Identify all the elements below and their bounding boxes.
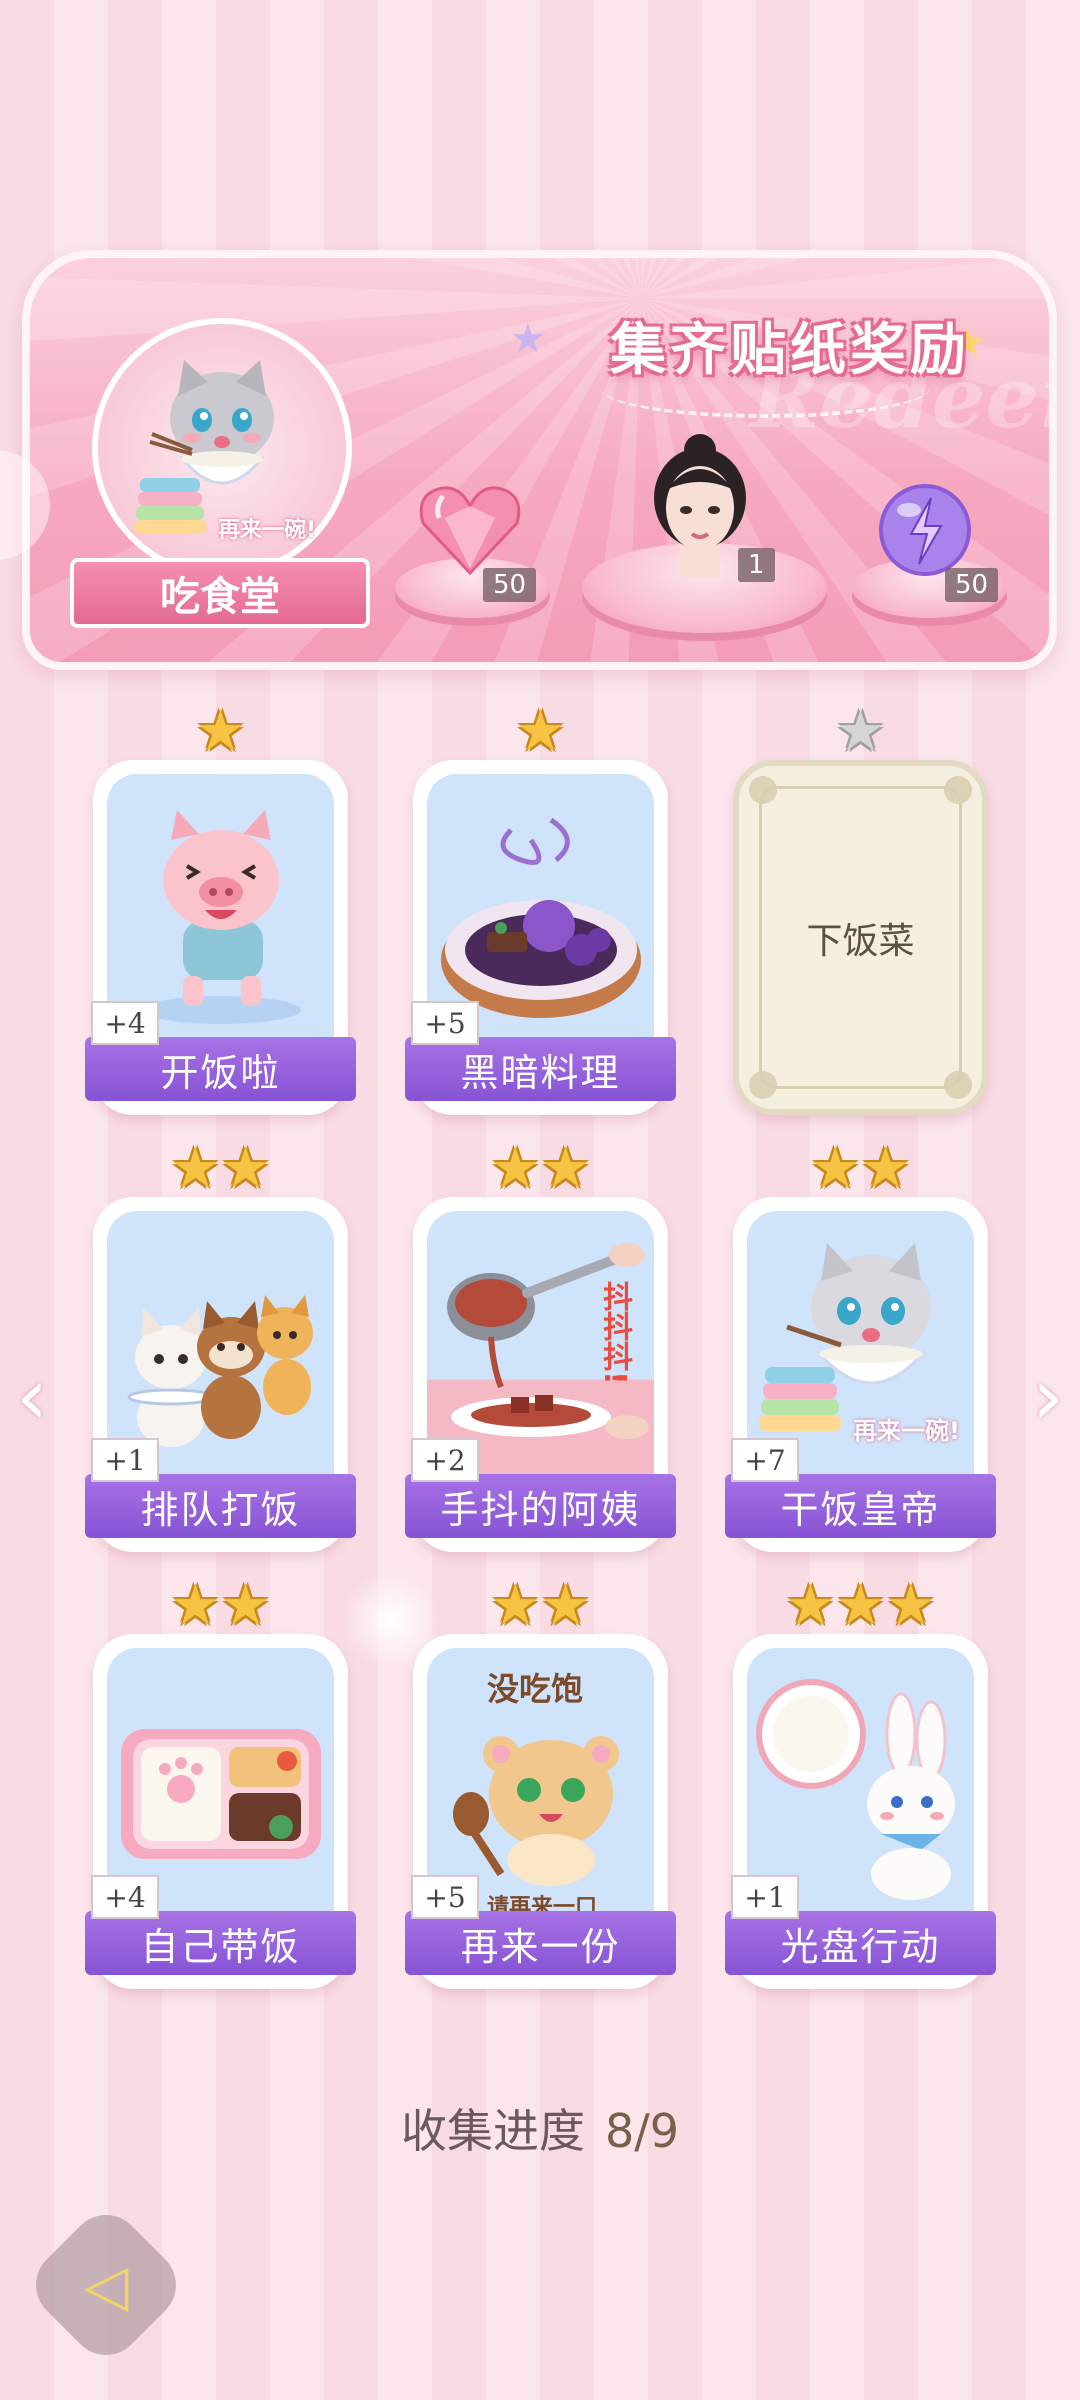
illustration-caption-top: 没吃饱 (487, 1670, 584, 1708)
prev-page-chevron-icon[interactable]: ‹ (16, 1350, 48, 1443)
bonus-badge: +4 (91, 1875, 159, 1919)
sticker-card[interactable]: ★ ★ 排队打饭 +1 (85, 1141, 356, 1552)
sticker-card[interactable]: ★ ★ 自己带饭 +4 (85, 1578, 356, 1989)
bonus-badge: +1 (731, 1875, 799, 1919)
reward-count: 50 (945, 568, 999, 602)
star-icon: ★ (540, 1573, 591, 1638)
reward-count: 50 (483, 568, 537, 602)
card-title: 开饭啦 (85, 1037, 356, 1101)
star-rating: ★ (93, 704, 348, 760)
star-icon: ★ (810, 1136, 861, 1201)
sticker-card[interactable]: ★ ★ 抖抖抖! 手抖的阿姨 +2 (405, 1141, 676, 1552)
card-title: 再来一份 (405, 1911, 676, 1975)
banner-title-wrap: 集齐贴纸奖励 (530, 300, 1049, 390)
progress-label: 收集进度 (400, 2104, 585, 2158)
shop-name: 吃食堂 (160, 573, 280, 620)
energy-orb-icon[interactable] (875, 480, 975, 580)
star-icon: ★ (490, 1136, 541, 1201)
star-rating: ★ ★ (93, 1578, 348, 1634)
locked-card-title: 下饭菜 (759, 786, 962, 1089)
illustration-caption: 抖抖抖! (597, 1281, 632, 1385)
sparkle-decoration (340, 1570, 440, 1670)
star-icon: ★ (885, 1573, 936, 1638)
pig-running-icon (140, 809, 301, 1024)
sticker-card[interactable]: ★ 黑暗料理 +5 (405, 704, 676, 1115)
star-icon: ★ (170, 1573, 221, 1638)
card-title: 干饭皇帝 (725, 1474, 996, 1538)
sticker-card-locked[interactable]: ★ 下饭菜 (733, 704, 988, 1115)
star-rating: ★ (413, 704, 668, 760)
bunny-plate-icon (755, 1678, 955, 1900)
star-rating: ★ ★ (733, 1141, 988, 1197)
illustration-caption: 再来一碗! (853, 1417, 960, 1445)
star-rating: ★ (733, 704, 988, 760)
card-title: 自己带饭 (85, 1911, 356, 1975)
collection-progress: 收集进度 8/9 (0, 2095, 1080, 2161)
sticker-card[interactable]: ★ ★ 再来一碗! 干饭皇帝 +7 (725, 1141, 996, 1552)
bento-box-icon (120, 1728, 321, 1859)
animals-queue-icon (127, 1294, 313, 1447)
reward-count: 1 (738, 548, 775, 582)
bonus-badge: +5 (411, 1875, 479, 1919)
back-arrow-icon: ◁ (83, 2250, 129, 2319)
sticker-card[interactable]: ★ ★ ★ 光盘行动 +1 (725, 1578, 996, 1989)
reward-banner: Redeem ★ ★ 集齐贴纸奖励 再来一碗! 吃食堂 (22, 250, 1057, 670)
star-icon: ★ (490, 1573, 541, 1638)
sticker-card[interactable]: ★ 开饭啦 +4 (85, 704, 356, 1115)
star-icon: ★ (170, 1136, 221, 1201)
bonus-badge: +1 (91, 1438, 159, 1482)
star-icon: ★ (220, 1136, 271, 1201)
star-rating: ★ ★ ★ (733, 1578, 988, 1634)
sticker-card[interactable]: ★ ★ 没吃饱 请再来一口 再来一份 +5 (405, 1578, 676, 1989)
star-icon: ★ (835, 1573, 886, 1638)
dark-dish-icon (440, 817, 641, 1018)
card-title: 光盘行动 (725, 1911, 996, 1975)
shop-emblem[interactable]: 再来一碗! (92, 318, 352, 578)
star-icon: ★ (220, 1573, 271, 1638)
card-title: 黑暗料理 (405, 1037, 676, 1101)
bonus-badge: +2 (411, 1438, 479, 1482)
star-icon: ★ (195, 699, 246, 764)
bonus-badge: +4 (91, 1001, 159, 1045)
star-rating: ★ ★ (413, 1141, 668, 1197)
heart-gem-icon[interactable] (415, 478, 525, 578)
emblem-caption: 再来一碗! (218, 518, 317, 543)
next-page-chevron-icon[interactable]: › (1032, 1350, 1064, 1443)
card-title: 手抖的阿姨 (405, 1474, 676, 1538)
shop-name-ribbon[interactable]: 吃食堂 (70, 558, 370, 628)
star-icon: ★ (835, 699, 886, 764)
star-icon: ★ (540, 1136, 591, 1201)
bonus-badge: +5 (411, 1001, 479, 1045)
star-icon: ★ (515, 699, 566, 764)
back-button[interactable]: ◁ (21, 2200, 191, 2370)
banner-title: 集齐贴纸奖励 (610, 316, 970, 383)
star-rating: ★ ★ (413, 1578, 668, 1634)
progress-value: 8/9 (604, 2104, 680, 2158)
card-title: 排队打饭 (85, 1474, 356, 1538)
bonus-badge: +7 (731, 1438, 799, 1482)
star-icon: ★ (860, 1136, 911, 1201)
star-rating: ★ ★ (93, 1141, 348, 1197)
star-icon: ★ (785, 1573, 836, 1638)
